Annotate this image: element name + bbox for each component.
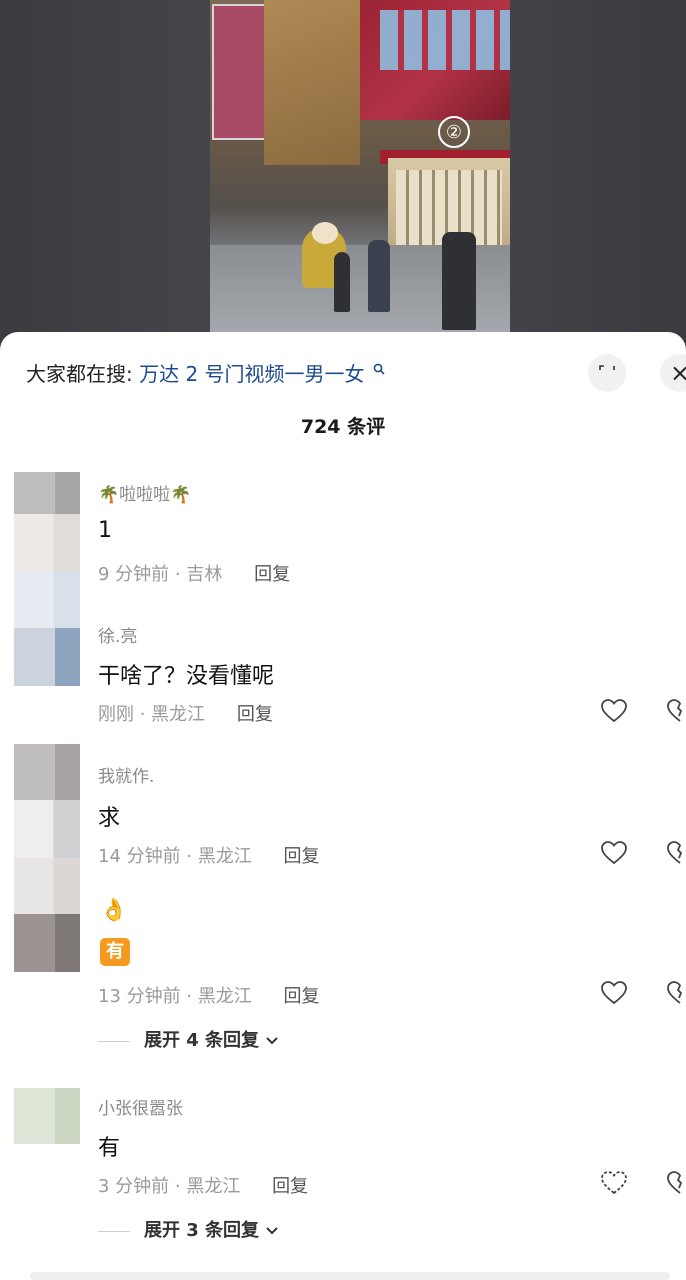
avatar[interactable] bbox=[14, 572, 80, 686]
comment-sheet: 大家都在搜: 万达 2 号门视频一男一女 × 724 条评 🌴啦啦啦🌴 1 9 … bbox=[0, 332, 686, 1280]
reply-button[interactable]: 回复 bbox=[272, 1176, 308, 1197]
expand-replies-button[interactable]: 展开 3 条回复 bbox=[98, 1216, 279, 1242]
comment-time: 3 分钟前 bbox=[98, 1176, 170, 1197]
broken-heart-icon[interactable] bbox=[666, 1170, 686, 1196]
reply-button[interactable]: 回复 bbox=[284, 846, 320, 867]
building-wall bbox=[264, 0, 360, 165]
comment-location: 吉林 bbox=[186, 564, 223, 585]
comment-text: 求 bbox=[98, 806, 121, 831]
comment-username[interactable]: 我就作. bbox=[98, 762, 154, 787]
reply-button[interactable]: 回复 bbox=[237, 704, 273, 725]
comment-time: 9 分钟前 bbox=[98, 564, 170, 585]
comment-input-bar[interactable] bbox=[30, 1272, 670, 1280]
comment-text: 干啥了？没看懂呢 bbox=[98, 664, 275, 689]
comment-meta: 3 分钟前 · 黑龙江 回复 bbox=[98, 1176, 309, 1197]
expand-replies-label: 展开 3 条回复 bbox=[144, 1220, 260, 1241]
comment-text: 1 bbox=[98, 518, 112, 543]
comment-time: 14 分钟前 bbox=[98, 846, 181, 867]
heart-icon[interactable] bbox=[600, 698, 628, 724]
search-term[interactable]: 万达 2 号门视频一男一女 bbox=[139, 362, 364, 386]
you-sticker: 有 bbox=[100, 938, 130, 966]
heart-icon[interactable] bbox=[600, 1170, 628, 1196]
close-icon[interactable]: × bbox=[660, 354, 686, 392]
video-player[interactable]: ② bbox=[0, 0, 686, 350]
comment-location: 黑龙江 bbox=[197, 986, 252, 1007]
expand-replies-button[interactable]: 展开 4 条回复 bbox=[98, 1026, 279, 1052]
comment-meta: 9 分钟前 · 吉林 回复 bbox=[98, 564, 291, 585]
building-glass bbox=[360, 0, 510, 120]
video-frame[interactable]: ② bbox=[210, 0, 510, 332]
expand-icon[interactable] bbox=[588, 354, 626, 392]
person-figure bbox=[442, 232, 476, 330]
comment-username[interactable]: 🌴啦啦啦🌴 bbox=[98, 480, 191, 505]
search-icon bbox=[373, 363, 385, 375]
avatar[interactable] bbox=[14, 744, 80, 972]
comment-meta: 刚刚 · 黑龙江 回复 bbox=[98, 704, 273, 725]
search-suggestion[interactable]: 大家都在搜: 万达 2 号门视频一男一女 bbox=[26, 358, 385, 387]
person-figure bbox=[334, 252, 350, 312]
comment-username[interactable]: 小张很嚣张 bbox=[98, 1094, 183, 1119]
avatar[interactable] bbox=[14, 1088, 80, 1144]
comment-time: 13 分钟前 bbox=[98, 986, 181, 1007]
heart-icon[interactable] bbox=[600, 840, 628, 866]
divider-line bbox=[98, 1230, 130, 1232]
comment-username[interactable]: 徐.亮 bbox=[98, 622, 137, 647]
chevron-down-icon bbox=[266, 1037, 279, 1045]
expand-replies-label: 展开 4 条回复 bbox=[144, 1030, 260, 1051]
broken-heart-icon[interactable] bbox=[666, 840, 686, 866]
reply-button[interactable]: 回复 bbox=[284, 986, 320, 1007]
comment-count: 724 条评 bbox=[300, 416, 386, 438]
broken-heart-icon[interactable] bbox=[666, 980, 686, 1006]
comment-location: 黑龙江 bbox=[197, 846, 252, 867]
chevron-down-icon bbox=[266, 1227, 279, 1235]
divider-line bbox=[98, 1040, 130, 1042]
broken-heart-icon[interactable] bbox=[666, 698, 686, 724]
search-prefix: 大家都在搜: bbox=[26, 362, 133, 386]
billboard bbox=[212, 4, 266, 140]
comment-meta: 13 分钟前 · 黑龙江 回复 bbox=[98, 986, 320, 1007]
comment-location: 黑龙江 bbox=[151, 704, 206, 725]
avatar[interactable] bbox=[14, 472, 80, 572]
gate-number-sign: ② bbox=[438, 116, 470, 148]
reply-button[interactable]: 回复 bbox=[254, 564, 290, 585]
comment-time: 刚刚 bbox=[98, 704, 134, 725]
ok-hand-emoji: 👌 bbox=[100, 898, 128, 923]
heart-icon[interactable] bbox=[600, 980, 628, 1006]
comment-text: 有 bbox=[98, 1136, 121, 1161]
person-figure bbox=[368, 240, 390, 312]
comment-location: 黑龙江 bbox=[186, 1176, 241, 1197]
comment-meta: 14 分钟前 · 黑龙江 回复 bbox=[98, 846, 320, 867]
